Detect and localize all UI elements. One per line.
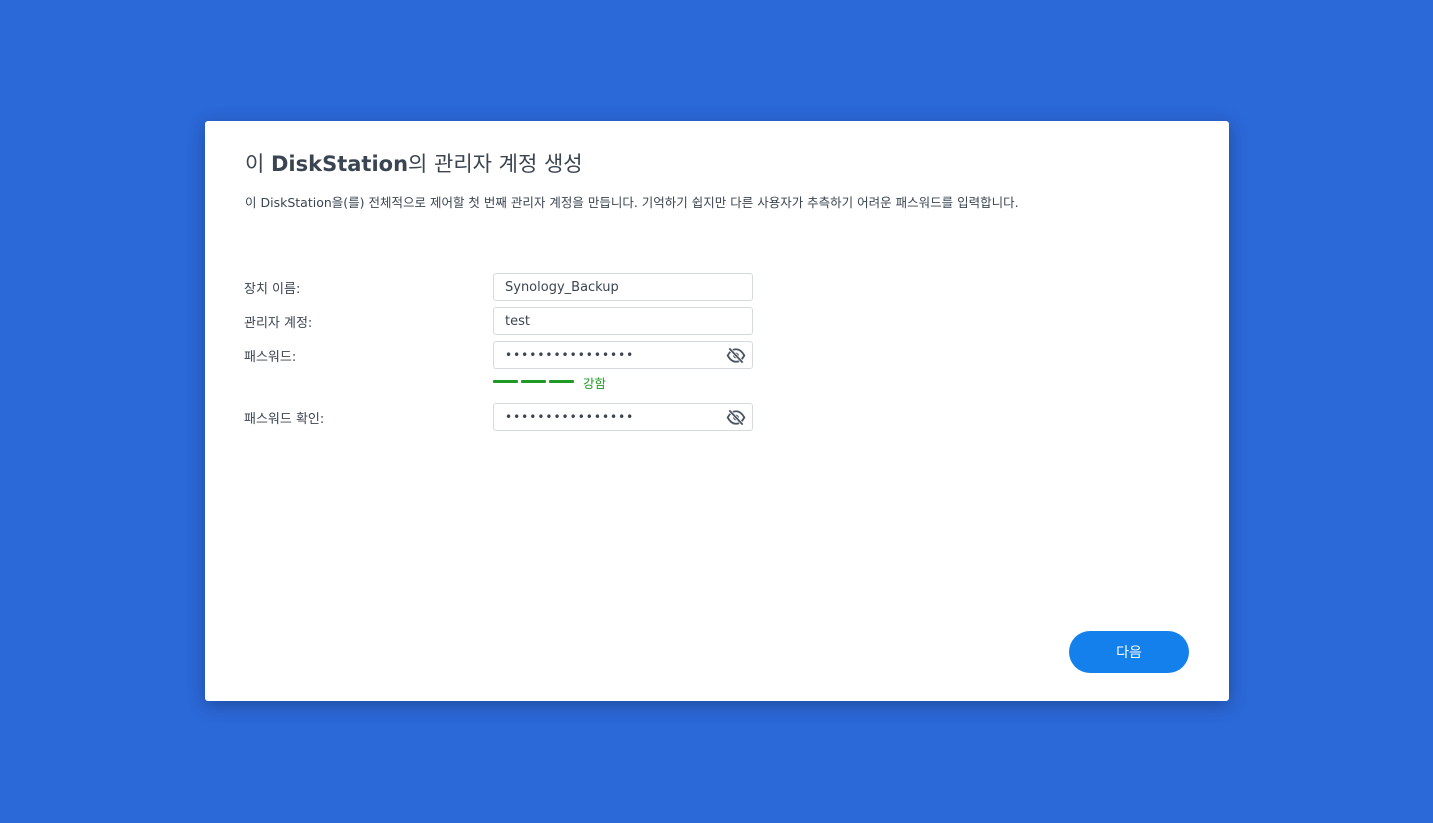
admin-account-field [493, 307, 753, 335]
next-button[interactable]: 다음 [1069, 631, 1189, 673]
device-name-label: 장치 이름: [244, 282, 301, 297]
confirm-password-label: 패스워드 확인: [244, 412, 325, 427]
strength-segment [549, 380, 574, 383]
password-input[interactable] [494, 342, 752, 368]
dialog-title: 이 DiskStation의 관리자 계정 생성 [245, 152, 583, 176]
eye-off-icon[interactable] [726, 409, 746, 426]
confirm-password-input[interactable] [494, 404, 752, 430]
admin-account-input[interactable] [494, 308, 752, 334]
strength-label: 강함 [583, 376, 607, 391]
device-name-field [493, 273, 753, 301]
device-name-input[interactable] [494, 274, 752, 300]
password-field [493, 341, 753, 369]
confirm-password-field [493, 403, 753, 431]
strength-segment [493, 380, 518, 383]
eye-off-icon[interactable] [726, 347, 746, 364]
admin-account-label: 관리자 계정: [244, 316, 313, 331]
create-admin-dialog: 이 DiskStation의 관리자 계정 생성 이 DiskStation을(… [205, 121, 1229, 701]
strength-segment [521, 380, 546, 383]
dialog-description: 이 DiskStation을(를) 전체적으로 제어할 첫 번째 관리자 계정을… [245, 195, 1019, 210]
password-label: 패스워드: [244, 350, 297, 365]
